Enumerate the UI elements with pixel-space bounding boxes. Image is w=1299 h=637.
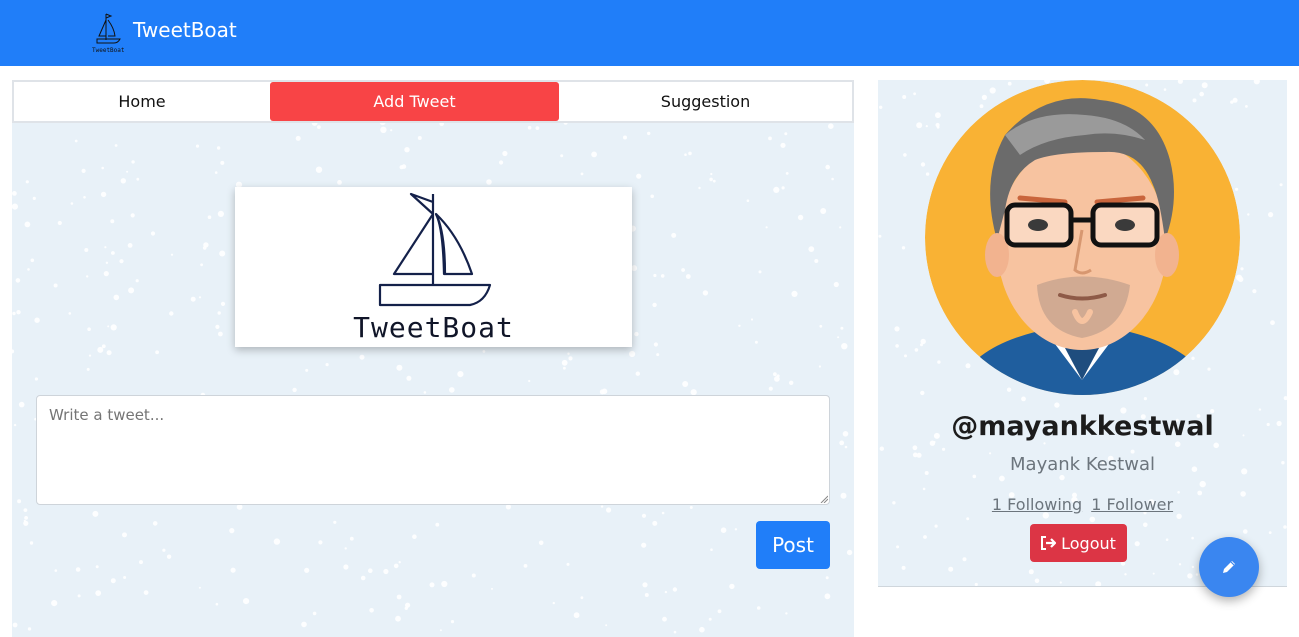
brand-link[interactable]: TweetBoat TweetBoat [92,12,237,54]
follow-stats: 1 Following 1 Follower [878,495,1287,514]
boat-logo-icon: TweetBoat [92,12,130,54]
profile-username: @mayankkestwal [951,411,1214,442]
profile-card: @mayankkestwal Mayank Kestwal 1 Followin… [878,80,1287,587]
brand-logo-caption: TweetBoat [92,47,125,54]
followers-link[interactable]: 1 Follower [1091,495,1173,514]
tab-home[interactable]: Home [14,82,270,121]
tab-suggestion[interactable]: Suggestion [559,82,852,121]
sailboat-icon [378,192,492,307]
top-navbar: TweetBoat TweetBoat [0,0,1299,66]
logout-label: Logout [1061,533,1116,553]
brand-name: TweetBoat [133,18,237,42]
avatar [925,80,1240,395]
compose-fab-button[interactable] [1199,537,1259,597]
tab-add-tweet[interactable]: Add Tweet [270,82,559,121]
sign-out-icon [1041,536,1057,550]
tab-bar: Home Add Tweet Suggestion [12,80,854,123]
post-button[interactable]: Post [756,521,830,569]
tweet-input[interactable] [36,395,830,505]
logout-button[interactable]: Logout [1030,524,1127,562]
following-link[interactable]: 1 Following [992,495,1082,514]
compose-panel: Home Add Tweet Suggestion TweetBoat Post [12,80,854,637]
snow-background [12,80,854,634]
resize-handle-icon[interactable] [820,495,828,503]
tweetboat-logo-card: TweetBoat [235,187,632,347]
pencil-icon [1223,561,1235,573]
logo-wordmark: TweetBoat [353,311,514,344]
profile-full-name: Mayank Kestwal [1010,454,1155,475]
